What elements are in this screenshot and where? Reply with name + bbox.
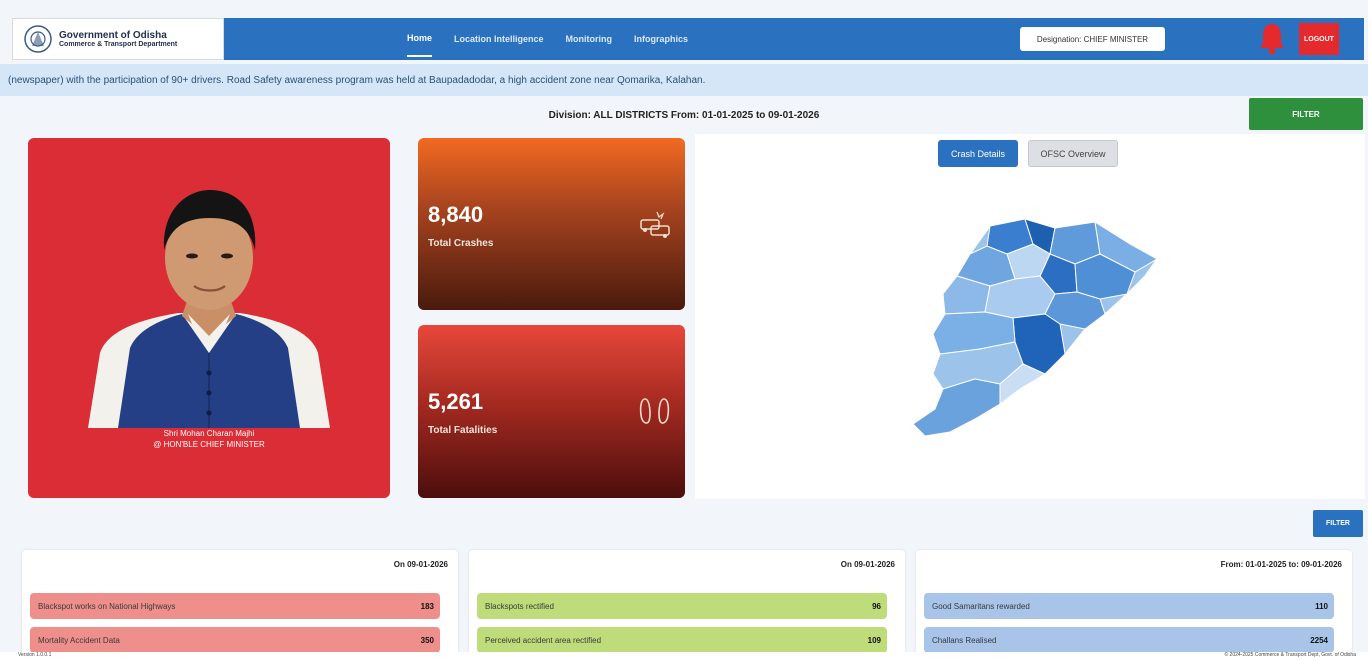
row-value: 350 xyxy=(420,635,434,645)
map-panel: Crash Details OFSC Overview xyxy=(695,134,1365,499)
nav-monitoring[interactable]: Monitoring xyxy=(566,20,613,58)
list-item[interactable]: Mortality Accident Data 350 xyxy=(30,627,440,653)
filter-button-bottom[interactable]: FILTER xyxy=(1313,510,1363,537)
filter-button-top[interactable]: FILTER xyxy=(1249,98,1363,130)
nav-location-intelligence[interactable]: Location Intelligence xyxy=(454,20,544,58)
row-label: Mortality Accident Data xyxy=(38,635,120,645)
total-fatalities-value: 5,261 xyxy=(428,389,484,414)
chief-minister-caption: Shri Mohan Charan Majhi @ HON'BLE CHIEF … xyxy=(28,428,390,450)
ofsc-overview-tab[interactable]: OFSC Overview xyxy=(1028,140,1118,167)
row-value: 109 xyxy=(867,635,881,645)
list-item[interactable]: Perceived accident area rectified 109 xyxy=(477,627,887,653)
row-label: Challans Realised xyxy=(932,635,997,645)
row-value: 2254 xyxy=(1310,635,1328,645)
main-nav: Home Location Intelligence Monitoring In… xyxy=(407,18,688,60)
copyright-text: © 2024-2025 Commerce & Transport Dept, G… xyxy=(1224,652,1356,658)
row-value: 183 xyxy=(420,601,434,611)
list-item[interactable]: Challans Realised 2254 xyxy=(924,627,1334,653)
footprints-icon xyxy=(639,398,670,424)
chief-minister-photo xyxy=(88,190,330,428)
designation-field[interactable]: Designation: CHIEF MINISTER xyxy=(1020,27,1165,51)
state-emblem-icon xyxy=(24,25,52,53)
division-date-range: Division: ALL DISTRICTS From: 01-01-2025… xyxy=(548,110,820,121)
dashboard-page: Government of Odisha Commerce & Transpor… xyxy=(0,0,1368,660)
nav-home[interactable]: Home xyxy=(407,21,433,57)
panel-date: On 09-01-2026 xyxy=(393,560,448,569)
panel-date: On 09-01-2026 xyxy=(840,560,895,569)
enforcement-panel: From: 01-01-2025 to: 09-01-2026 Good Sam… xyxy=(916,550,1352,660)
logout-button[interactable]: LOGOUT xyxy=(1299,23,1339,55)
logo-title: Government of Odisha xyxy=(59,30,167,41)
footer: Version 1.0.0.1 © 2024-2025 Commerce & T… xyxy=(0,652,1368,660)
row-label: Perceived accident area rectified xyxy=(485,635,602,645)
list-item[interactable]: Blackspot works on National Highways 183 xyxy=(30,593,440,619)
row-label: Good Samaritans rewarded xyxy=(932,601,1030,611)
total-crashes-card[interactable]: 8,840 Total Crashes xyxy=(418,138,685,310)
row-value: 110 xyxy=(1315,601,1328,611)
total-fatalities-label: Total Fatalities xyxy=(428,425,498,436)
nav-infographics[interactable]: Infographics xyxy=(634,20,688,58)
blackspot-rectification-panel: On 09-01-2026 Blackspots rectified 96 Pe… xyxy=(469,550,905,660)
nh-blackspot-panel: On 09-01-2026 Blackspot works on Nationa… xyxy=(22,550,458,660)
odisha-district-map[interactable] xyxy=(895,214,1165,439)
logo-subtitle: Commerce & Transport Department xyxy=(59,41,178,48)
crash-details-tab[interactable]: Crash Details xyxy=(938,140,1018,167)
chief-minister-card: Shri Mohan Charan Majhi @ HON'BLE CHIEF … xyxy=(28,138,390,498)
total-crashes-label: Total Crashes xyxy=(428,238,494,249)
row-label: Blackspot works on National Highways xyxy=(38,601,176,611)
news-ticker: (newspaper) with the participation of 90… xyxy=(0,64,1368,96)
row-label: Blackspots rectified xyxy=(485,601,554,611)
version-text: Version 1.0.0.1 xyxy=(18,652,52,658)
top-header: Government of Odisha Commerce & Transpor… xyxy=(12,18,1364,60)
panel-date: From: 01-01-2025 to: 09-01-2026 xyxy=(1220,560,1342,569)
chief-minister-title: @ HON'BLE CHIEF MINISTER xyxy=(153,440,265,449)
list-item[interactable]: Good Samaritans rewarded 110 xyxy=(924,593,1334,619)
crash-cars-icon xyxy=(640,211,670,238)
chief-minister-name: Shri Mohan Charan Majhi xyxy=(163,429,255,438)
list-item[interactable]: Blackspots rectified 96 xyxy=(477,593,887,619)
total-crashes-value: 8,840 xyxy=(428,202,484,227)
bell-icon[interactable] xyxy=(1257,22,1287,56)
total-fatalities-card[interactable]: 5,261 Total Fatalities xyxy=(418,325,685,498)
department-logo[interactable]: Government of Odisha Commerce & Transpor… xyxy=(12,18,224,60)
row-value: 96 xyxy=(872,601,881,611)
